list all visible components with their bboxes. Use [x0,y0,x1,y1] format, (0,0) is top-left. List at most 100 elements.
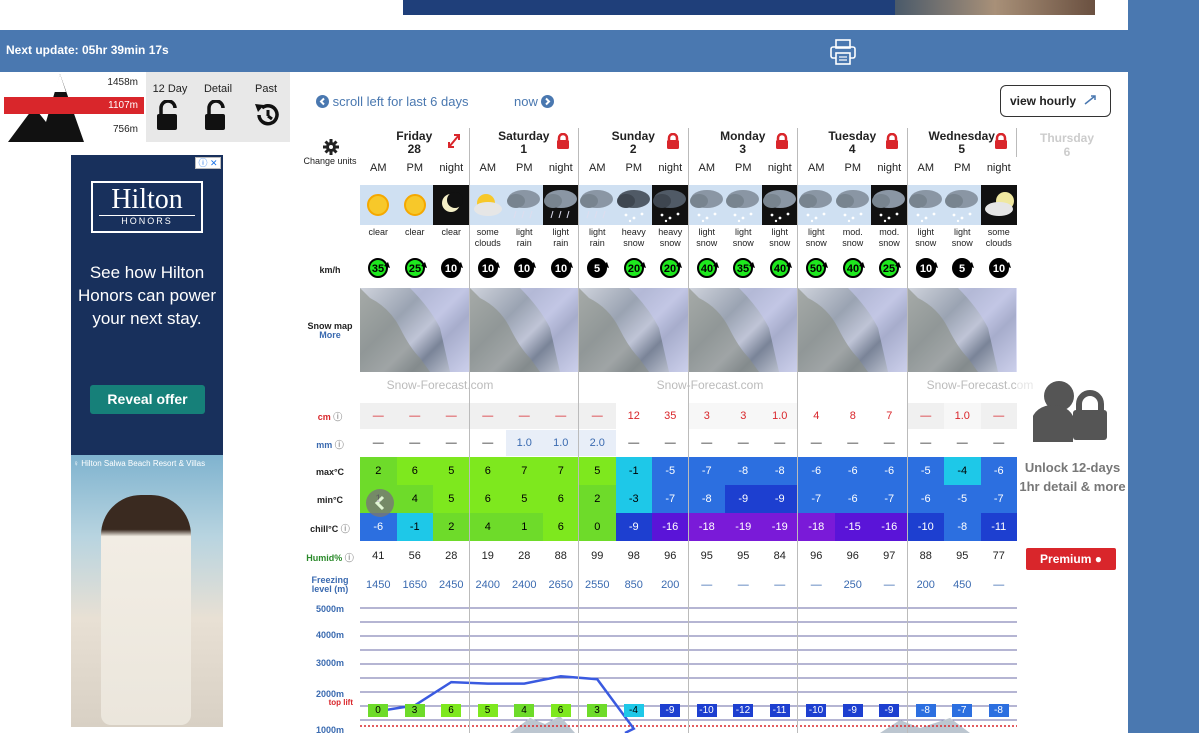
snow-cell: 12 [615,403,652,429]
tab-detail[interactable]: Detail [194,72,242,142]
heavy-snow-icon [616,190,650,223]
light-snow-icon [689,190,723,223]
heavy-snow-icon [653,190,686,223]
clear-icon [403,194,426,216]
snow-cell: 7 [871,403,908,429]
svg-text:35: 35 [737,263,749,275]
rain-cell: 2.0 [579,430,616,456]
lift-temp-badge: 0 [368,704,388,717]
snow-map[interactable] [579,288,689,372]
print-icon[interactable] [829,39,857,65]
max-temp-label: max°C [315,467,345,477]
day-header: Sunday 2 [579,128,689,157]
humidity-cell: 98 [615,543,652,569]
chevron-left-icon [316,95,329,108]
snow-cell: 1.0 [761,403,798,429]
period-label: night [439,162,464,174]
svg-text:35: 35 [372,263,384,275]
hilton-ad[interactable]: ⓘ ✕ Hilton HONORS See how Hilton Honors … [71,155,223,727]
humidity-cell: 95 [944,543,981,569]
svg-text:10: 10 [445,263,457,275]
view-hourly-button[interactable]: view hourly [1000,85,1111,117]
weather-icon [871,185,908,225]
snow-cell: — [506,403,543,429]
weather-icon [834,185,871,225]
snow-map[interactable] [907,288,1018,372]
wind-arrow-icon: 50 [806,258,828,278]
rain-cell: — [360,430,397,456]
top-banner-ad[interactable] [403,0,1095,15]
wind-arrow-icon: 25 [879,258,901,278]
snow-map[interactable] [798,288,908,372]
reveal-offer-button[interactable]: Reveal offer [90,385,205,414]
lift-temp-badge: -4 [623,704,644,717]
svg-text:40: 40 [700,263,712,275]
alt-5000: 5000m [315,604,345,614]
tab-12-day[interactable]: 12 Day [146,72,194,142]
premium-button[interactable]: Premium ● [1026,548,1116,570]
ad-close-button[interactable]: ⓘ ✕ [195,157,221,169]
svg-text:5: 5 [959,263,965,275]
scroll-left-arrow[interactable] [366,489,394,517]
max-temp-cell: -8 [725,457,762,485]
wind-arrow-icon: 10 [988,258,1011,278]
day-header: Friday 28 [360,128,470,157]
elevation-mid[interactable]: 1107m [98,100,138,111]
snow-map-more-link[interactable]: More [303,330,357,340]
change-units-link[interactable]: Change units [303,156,357,166]
period-label: AM [370,162,387,174]
weather-icon [579,185,616,225]
max-temp-cell: 5 [433,457,470,485]
gear-icon[interactable] [323,139,339,155]
max-temp-cell: -5 [907,457,944,485]
snow-cell: 8 [834,403,871,429]
snow-map[interactable] [688,288,799,372]
humidity-cell: 88 [907,543,944,569]
svg-text:20: 20 [664,263,676,275]
ad-photo: ♀ Hilton Salwa Beach Resort & Villas [71,455,223,727]
tab-past[interactable]: Past [242,72,290,142]
weather-icon [944,185,981,225]
alt-3000: 3000m [315,658,345,668]
lift-temp-badge: -8 [915,704,936,717]
elevation-top[interactable]: 1458m [98,77,138,88]
rain-cell: — [798,430,835,456]
period-label: AM [479,162,497,174]
expand-red-icon[interactable] [447,133,461,149]
chill-temp-cell: -16 [652,513,689,541]
rain-mm-label: mm ⓘ [316,440,344,450]
weather-icon [688,185,725,225]
lock-icon[interactable] [775,133,789,149]
weather-desc: mod. snow [878,227,900,248]
lift-temp-badge: -8 [988,704,1009,717]
min-temp-cell: -3 [615,485,652,513]
lock-icon[interactable] [666,133,680,149]
min-temp-cell: 4 [396,485,433,513]
scroll-left-link[interactable]: scroll left for last 6 days [316,94,468,109]
wind-cell: 10 [543,256,580,280]
rain-cell: — [944,430,981,456]
chevron-right-icon [541,95,555,108]
light-rain-icon [580,190,613,219]
chill-temp-cell: -1 [396,513,433,541]
lift-temp-badge: -7 [952,704,972,717]
now-link[interactable]: now [514,94,555,109]
lift-temp-badge: -9 [842,704,863,717]
elevation-bot[interactable]: 756m [98,124,138,135]
wind-cell: 10 [433,256,470,280]
lock-icon[interactable] [994,133,1008,149]
min-temp-cell: 5 [506,485,543,513]
lock-icon[interactable] [556,133,570,149]
svg-text:40: 40 [773,263,785,275]
lock-open-icon [205,100,225,130]
freezing-level-cell: 250 [834,572,871,598]
svg-text:50: 50 [810,263,822,275]
rain-cell: — [433,430,470,456]
period-label: AM [917,162,935,174]
snow-map[interactable] [469,288,580,372]
snow-map[interactable] [360,288,470,372]
chill-temp-cell: 1 [506,513,543,541]
humidity-cell: 19 [469,543,506,569]
chill-temp-cell: -6 [360,513,397,541]
lock-icon[interactable] [885,133,899,149]
